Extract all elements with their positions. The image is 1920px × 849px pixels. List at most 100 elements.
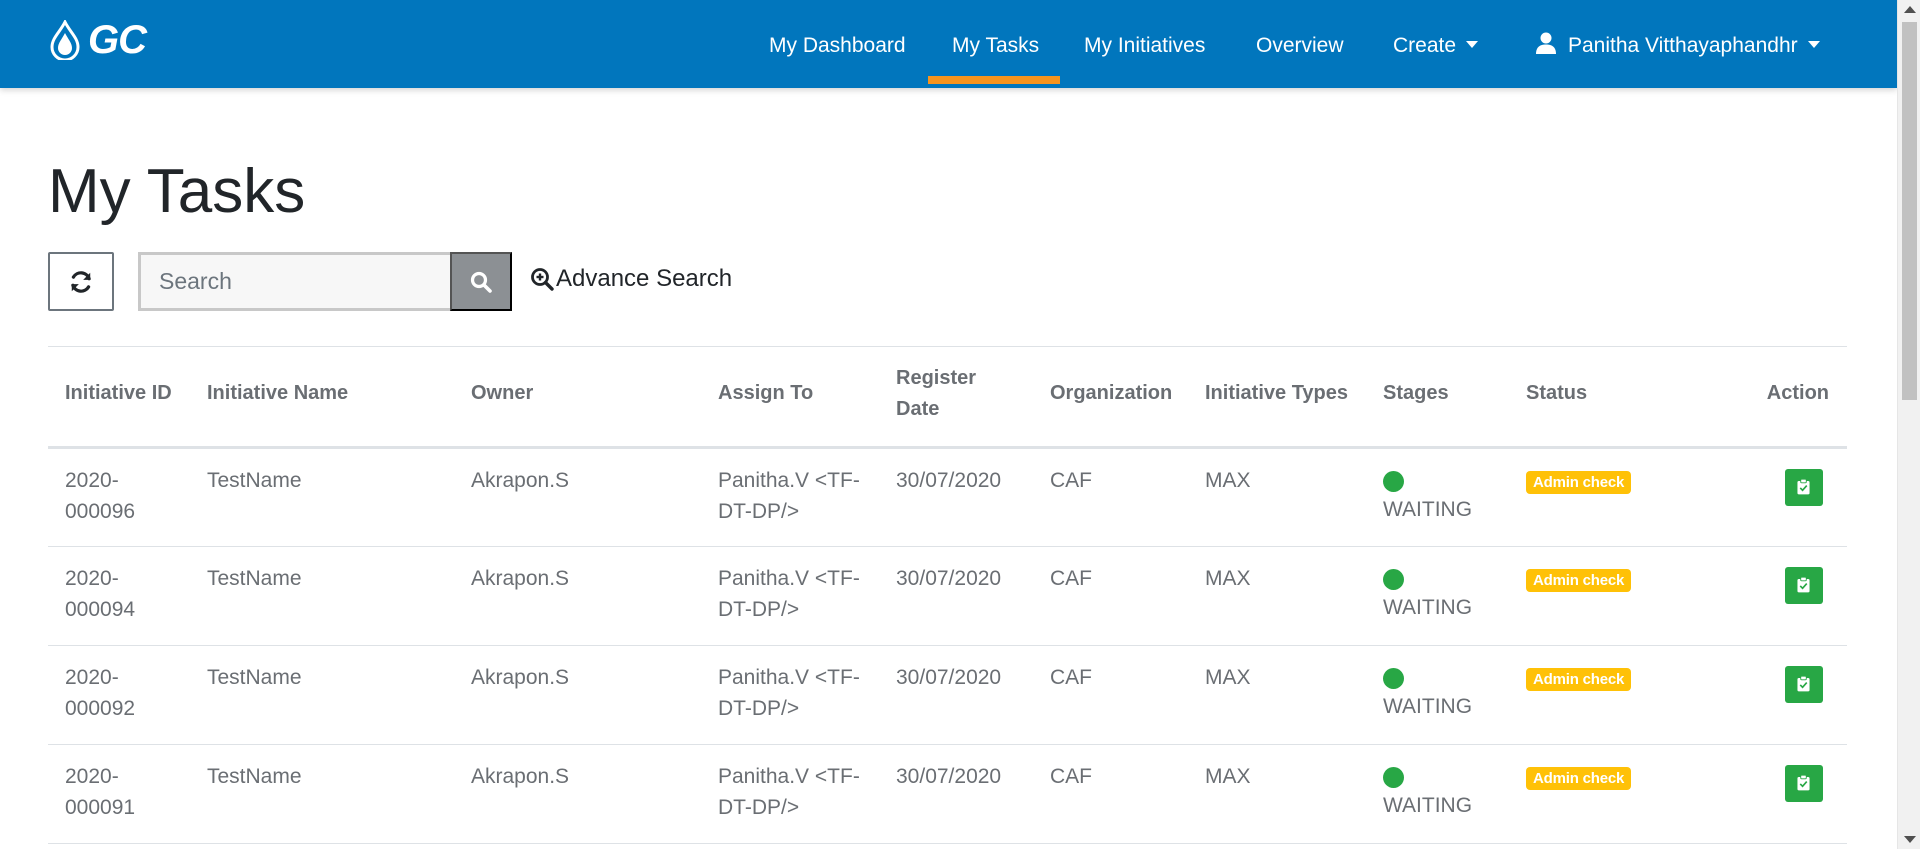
user-menu-dropdown[interactable]: Panitha Vitthayaphandhr: [1536, 32, 1820, 58]
cell-initiative-types: MAX: [1188, 546, 1366, 646]
column-header-initiative-name[interactable]: Initiative Name: [190, 346, 454, 449]
cell-initiative-name: TestName: [190, 447, 454, 547]
cell-status: Admin check: [1509, 645, 1709, 745]
cell-action: [1709, 546, 1847, 646]
column-header-owner[interactable]: Owner: [454, 346, 701, 449]
column-header-stages[interactable]: Stages: [1366, 346, 1509, 449]
chevron-down-icon: [1466, 40, 1479, 48]
clipboard-check-icon: [1797, 775, 1810, 791]
column-header-initiative-types[interactable]: Initiative Types: [1188, 346, 1366, 449]
nav-create-dropdown[interactable]: Create: [1393, 34, 1479, 58]
nav-overview[interactable]: Overview: [1256, 34, 1344, 58]
stage-label: WAITING: [1383, 498, 1473, 521]
nav-my-tasks[interactable]: My Tasks: [952, 34, 1039, 58]
cell-organization: CAF: [1033, 546, 1188, 646]
vertical-scrollbar[interactable]: [1897, 0, 1920, 849]
cell-owner: Akrapon.S: [454, 447, 701, 547]
search-icon: [470, 271, 492, 293]
advance-search-label: Advance Search: [556, 265, 733, 292]
cell-owner: Akrapon.S: [454, 744, 701, 844]
column-header-assign-to[interactable]: Assign To: [701, 346, 879, 449]
table-row[interactable]: 2020-000094 TestName Akrapon.S Panitha.V…: [48, 546, 1847, 646]
cell-initiative-name: TestName: [190, 744, 454, 844]
cell-register-date: 30/07/2020: [879, 546, 1033, 646]
column-header-organization[interactable]: Organization: [1033, 346, 1188, 449]
cell-owner: Akrapon.S: [454, 645, 701, 745]
column-header-initiative-id[interactable]: Initiative ID: [48, 346, 190, 449]
advance-search-link[interactable]: Advance Search: [530, 265, 732, 293]
table-row[interactable]: 2020-000092 TestName Akrapon.S Panitha.V…: [48, 645, 1847, 745]
cell-action: [1709, 645, 1847, 745]
top-navbar: GC My Dashboard My Tasks My Initiatives …: [0, 0, 1897, 88]
chevron-down-icon: [1807, 40, 1820, 48]
search-input[interactable]: [138, 252, 450, 311]
page-title: My Tasks: [48, 157, 306, 226]
cell-organization: CAF: [1033, 744, 1188, 844]
column-header-status[interactable]: Status: [1509, 346, 1709, 449]
cell-initiative-types: MAX: [1188, 744, 1366, 844]
cell-initiative-name: TestName: [190, 546, 454, 646]
table-row[interactable]: 2020-000096 TestName Akrapon.S Panitha.V…: [48, 447, 1847, 547]
cell-register-date: 30/07/2020: [879, 645, 1033, 745]
scroll-up-arrow-icon[interactable]: [1904, 6, 1916, 13]
refresh-icon: [71, 270, 91, 293]
cell-register-date: 30/07/2020: [879, 744, 1033, 844]
stage-status-dot: [1383, 668, 1404, 689]
status-badge: Admin check: [1526, 569, 1632, 592]
cell-owner: Akrapon.S: [454, 546, 701, 646]
scroll-down-arrow-icon[interactable]: [1904, 836, 1916, 843]
stage-label: WAITING: [1383, 794, 1473, 817]
cell-initiative-name: TestName: [190, 645, 454, 745]
cell-initiative-id: 2020-000091: [48, 744, 190, 844]
action-button[interactable]: [1785, 567, 1823, 604]
cell-register-date: 30/07/2020: [879, 447, 1033, 547]
cell-stages: WAITING: [1366, 744, 1509, 844]
nav-create-label: Create: [1393, 34, 1457, 57]
cell-stages: WAITING: [1366, 546, 1509, 646]
active-tab-indicator: [928, 76, 1060, 84]
cell-initiative-id: 2020-000092: [48, 645, 190, 745]
cell-status: Admin check: [1509, 744, 1709, 844]
action-button[interactable]: [1785, 765, 1823, 802]
cell-assign-to: Panitha.V <TF-DT-DP/>: [701, 546, 879, 646]
action-button[interactable]: [1785, 469, 1823, 506]
nav-my-dashboard[interactable]: My Dashboard: [769, 34, 906, 58]
cell-action: [1709, 447, 1847, 547]
zoom-in-icon: [531, 268, 554, 291]
cell-assign-to: Panitha.V <TF-DT-DP/>: [701, 744, 879, 844]
cell-assign-to: Panitha.V <TF-DT-DP/>: [701, 645, 879, 745]
stage-status-dot: [1383, 767, 1404, 788]
stage-status-dot: [1383, 569, 1404, 590]
cell-stages: WAITING: [1366, 645, 1509, 745]
column-header-register-date[interactable]: Register Date: [879, 346, 1033, 449]
cell-initiative-id: 2020-000096: [48, 447, 190, 547]
table-header-row: Initiative ID Initiative Name Owner Assi…: [48, 346, 1847, 449]
refresh-button[interactable]: [48, 252, 114, 311]
action-button[interactable]: [1785, 666, 1823, 703]
stage-label: WAITING: [1383, 596, 1473, 619]
user-name: Panitha Vitthayaphandhr: [1568, 34, 1798, 57]
cell-status: Admin check: [1509, 546, 1709, 646]
scrollbar-thumb[interactable]: [1902, 22, 1917, 400]
status-badge: Admin check: [1526, 767, 1632, 790]
user-icon: [1536, 32, 1556, 55]
column-header-action: Action: [1709, 346, 1847, 449]
cell-organization: CAF: [1033, 447, 1188, 547]
clipboard-check-icon: [1797, 577, 1810, 593]
tasks-table: Initiative ID Initiative Name Owner Assi…: [48, 346, 1847, 844]
cell-status: Admin check: [1509, 447, 1709, 547]
nav-my-initiatives[interactable]: My Initiatives: [1084, 34, 1205, 58]
cell-organization: CAF: [1033, 645, 1188, 745]
stage-status-dot: [1383, 471, 1404, 492]
tasks-table-container: Initiative ID Initiative Name Owner Assi…: [48, 346, 1847, 844]
clipboard-check-icon: [1797, 479, 1810, 495]
main-nav: My Dashboard My Tasks My Initiatives Ove…: [0, 0, 1897, 88]
cell-initiative-types: MAX: [1188, 645, 1366, 745]
cell-initiative-types: MAX: [1188, 447, 1366, 547]
search-button[interactable]: [450, 252, 512, 311]
cell-stages: WAITING: [1366, 447, 1509, 547]
table-row[interactable]: 2020-000091 TestName Akrapon.S Panitha.V…: [48, 744, 1847, 844]
status-badge: Admin check: [1526, 668, 1632, 691]
cell-assign-to: Panitha.V <TF-DT-DP/>: [701, 447, 879, 547]
cell-action: [1709, 744, 1847, 844]
